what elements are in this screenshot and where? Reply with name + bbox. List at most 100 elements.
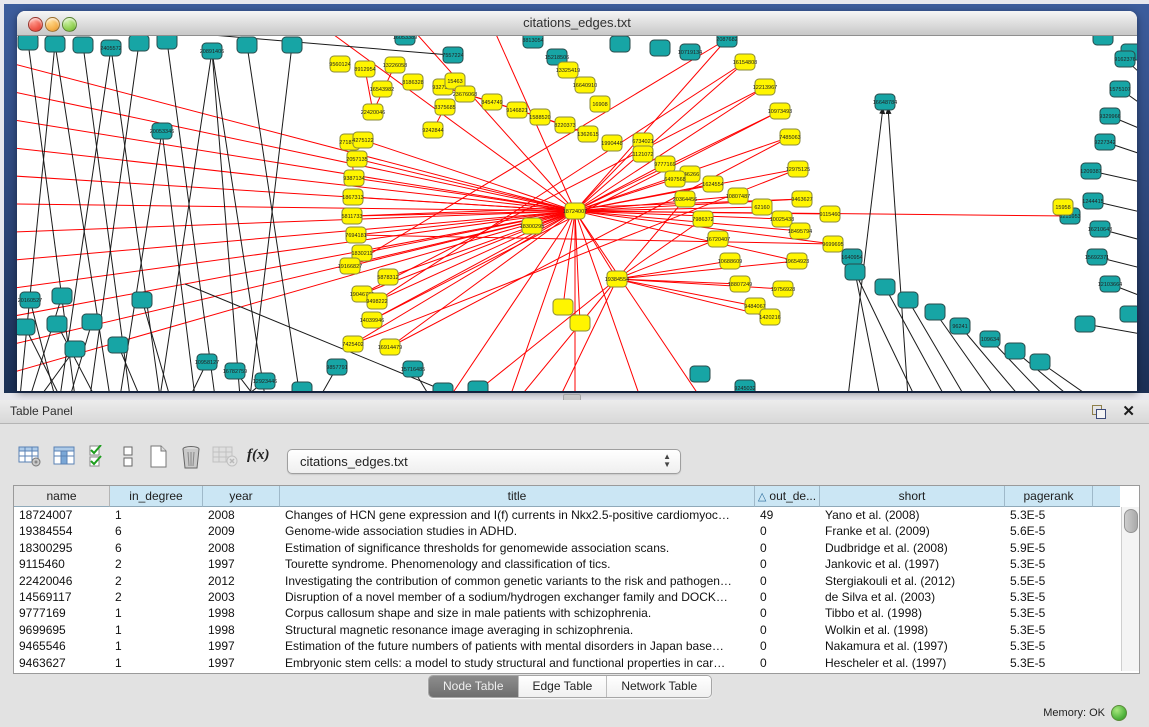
graph-node[interactable]: 9162376 xyxy=(1114,51,1135,67)
graph-node[interactable]: 96241 xyxy=(950,318,970,334)
graph-node[interactable] xyxy=(1120,306,1137,322)
graph-node[interactable]: 9498222 xyxy=(366,293,387,309)
table-row[interactable]: 2242004622012Investigating the contribut… xyxy=(14,573,1095,589)
table-row[interactable]: 911546021997Tourette syndrome. Phenomeno… xyxy=(14,556,1095,572)
graph-node[interactable] xyxy=(1093,36,1113,45)
graph-node[interactable] xyxy=(17,319,35,335)
memory-ok-indicator[interactable] xyxy=(1111,705,1127,721)
graph-node[interactable] xyxy=(45,36,65,52)
graph-node[interactable]: 8813054 xyxy=(522,36,543,48)
column-header-in_degree[interactable]: in_degree xyxy=(110,486,203,507)
tab-node-table[interactable]: Node Table xyxy=(429,676,519,697)
graph-node[interactable]: 9242844 xyxy=(422,122,443,138)
graph-node[interactable]: 12975125 xyxy=(786,161,810,177)
graph-node[interactable]: 9146821 xyxy=(506,102,527,118)
graph-node[interactable] xyxy=(610,36,630,52)
graph-node[interactable] xyxy=(132,292,152,308)
graph-node[interactable]: 10719134 xyxy=(678,44,702,60)
graph-node[interactable]: 18807249 xyxy=(728,276,752,292)
graph-node[interactable]: 13226058 xyxy=(383,57,407,73)
graph-node[interactable]: 7485063 xyxy=(779,129,800,145)
graph-node[interactable] xyxy=(292,382,312,391)
graph-node[interactable]: 1990448 xyxy=(601,135,622,151)
graph-node[interactable]: 15716485 xyxy=(401,361,425,377)
graph-node[interactable]: 4275122 xyxy=(352,132,373,148)
graph-node[interactable]: 1362615 xyxy=(577,126,598,142)
tab-edge-table[interactable]: Edge Table xyxy=(519,676,608,697)
graph-node[interactable]: 16210643 xyxy=(1088,221,1112,237)
graph-node[interactable]: 5878312 xyxy=(377,269,398,285)
table-row[interactable]: 1830029562008Estimation of significance … xyxy=(14,540,1095,556)
graph-node[interactable] xyxy=(129,36,149,51)
graph-node[interactable]: 9329966 xyxy=(1099,108,1120,124)
graph-node[interactable]: 18300295 xyxy=(520,218,544,234)
graph-node[interactable]: 9857791 xyxy=(326,359,347,375)
column-header-short[interactable]: short xyxy=(820,486,1005,507)
graph-node[interactable]: 16720407 xyxy=(706,231,730,247)
graph-node[interactable] xyxy=(237,37,257,53)
graph-node[interactable]: 1588520 xyxy=(529,109,550,125)
graph-node[interactable]: 16914479 xyxy=(378,339,402,355)
graph-node[interactable] xyxy=(82,314,102,330)
column-header-out_de[interactable]: △ out_de... xyxy=(755,486,820,507)
column-header-pagerank[interactable]: pagerank xyxy=(1005,486,1093,507)
graph-node[interactable]: 20364456 xyxy=(673,191,697,207)
graph-node[interactable]: 16782759 xyxy=(223,363,247,379)
table-scrollbar-thumb[interactable] xyxy=(1124,509,1138,533)
graph-node[interactable]: 1420216 xyxy=(759,309,780,325)
graph-node[interactable]: 10958127 xyxy=(195,354,219,370)
graph-node[interactable] xyxy=(157,36,177,49)
graph-node[interactable]: 1575107 xyxy=(1109,81,1130,97)
graph-node[interactable]: 10688609 xyxy=(718,253,742,269)
graph-node[interactable]: 8454749 xyxy=(481,94,502,110)
network-canvas[interactable]: 1872400724055722089140616053389755722488… xyxy=(17,36,1137,391)
graph-node[interactable] xyxy=(925,304,945,320)
graph-node[interactable]: 7694181 xyxy=(345,227,366,243)
graph-node[interactable] xyxy=(73,37,93,53)
column-header-name[interactable]: name xyxy=(14,486,110,507)
graph-node[interactable]: 19756928 xyxy=(771,281,795,297)
graph-node[interactable]: 18724007 xyxy=(563,203,587,219)
column-header-year[interactable]: year xyxy=(203,486,280,507)
graph-node[interactable] xyxy=(433,383,453,391)
graph-node[interactable]: 9245032 xyxy=(734,380,755,391)
graph-node[interactable]: 1867313 xyxy=(342,189,363,205)
graph-node[interactable] xyxy=(65,341,85,357)
graph-node[interactable]: 22420046 xyxy=(361,104,385,120)
table-settings-icon[interactable] xyxy=(18,445,42,467)
graph-node[interactable]: 3375685 xyxy=(434,99,455,115)
graph-node[interactable]: 9227342 xyxy=(1094,134,1115,150)
graph-node[interactable] xyxy=(282,37,302,53)
graph-node[interactable] xyxy=(898,292,918,308)
graph-node[interactable]: 109634 xyxy=(980,331,1000,347)
delete-table-icon[interactable] xyxy=(212,445,238,467)
graph-node[interactable]: 16053389 xyxy=(393,36,417,45)
graph-node[interactable]: 5811733 xyxy=(341,208,362,224)
graph-node[interactable] xyxy=(468,381,488,391)
graph-node[interactable]: 8186328 xyxy=(402,74,423,90)
new-column-icon[interactable] xyxy=(148,445,170,469)
table-row[interactable]: 977716911998Corpus callosum shape and si… xyxy=(14,605,1095,621)
graph-node[interactable]: 20160527 xyxy=(18,292,42,308)
table-row[interactable]: 946362711997Embryonic stem cells: a mode… xyxy=(14,655,1095,671)
table-row[interactable]: 969969511998Structural magnetic resonanc… xyxy=(14,622,1095,638)
graph-node[interactable]: 15958 xyxy=(1053,199,1073,215)
table-row[interactable]: 946554611997Estimation of the future num… xyxy=(14,638,1095,654)
graph-node[interactable]: 19384554 xyxy=(605,271,629,287)
graph-node[interactable]: 10807487 xyxy=(726,188,750,204)
graph-node[interactable]: 1640954 xyxy=(841,249,862,265)
graph-node[interactable] xyxy=(570,315,590,331)
graph-node[interactable] xyxy=(108,337,128,353)
graph-node[interactable]: 2087682 xyxy=(716,36,737,47)
graph-node[interactable]: 1624554 xyxy=(702,176,723,192)
table-row[interactable]: 1938455462009Genome-wide association stu… xyxy=(14,523,1095,539)
tab-network-table[interactable]: Network Table xyxy=(607,676,711,697)
window-titlebar[interactable]: citations_edges.txt xyxy=(17,11,1137,36)
graph-node[interactable] xyxy=(52,288,72,304)
table-row[interactable]: 1456911722003Disruption of a novel membe… xyxy=(14,589,1095,605)
graph-node[interactable]: 9463627 xyxy=(791,191,812,207)
show-columns-icon[interactable] xyxy=(53,445,77,467)
graph-node[interactable]: 8912954 xyxy=(354,61,375,77)
graph-node[interactable]: 9560124 xyxy=(329,56,350,72)
function-builder-icon[interactable]: f(x) xyxy=(247,447,270,464)
